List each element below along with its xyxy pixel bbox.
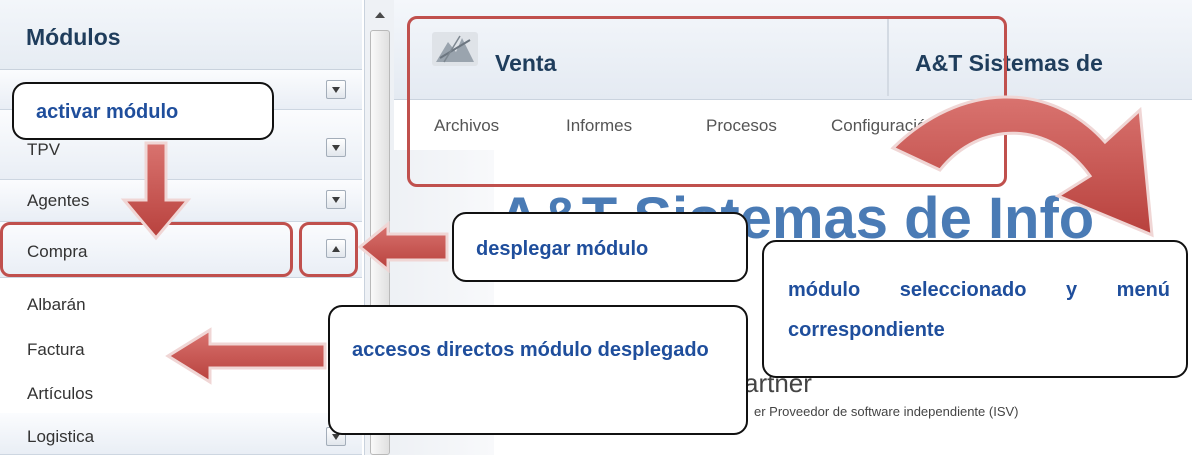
callout-activate: activar módulo [12,82,274,140]
callout-selected: módulo seleccionado y menú correspondien… [762,240,1188,378]
arrow-curved-selected [890,95,1154,238]
callout-shortcuts: accesos directos módulo desplegado [328,305,748,435]
arrow-down-activate [120,141,192,241]
callout-expand-text: desplegar módulo [476,238,649,260]
callout-expand: desplegar módulo [452,212,748,282]
arrow-left-expand [357,220,449,274]
callout-activate-text: activar módulo [36,101,179,123]
arrow-left-shortcuts [165,327,327,385]
callout-selected-text: módulo seleccionado y menú correspondien… [788,279,1170,341]
callout-shortcuts-text: accesos directos módulo desplegado [352,339,709,361]
